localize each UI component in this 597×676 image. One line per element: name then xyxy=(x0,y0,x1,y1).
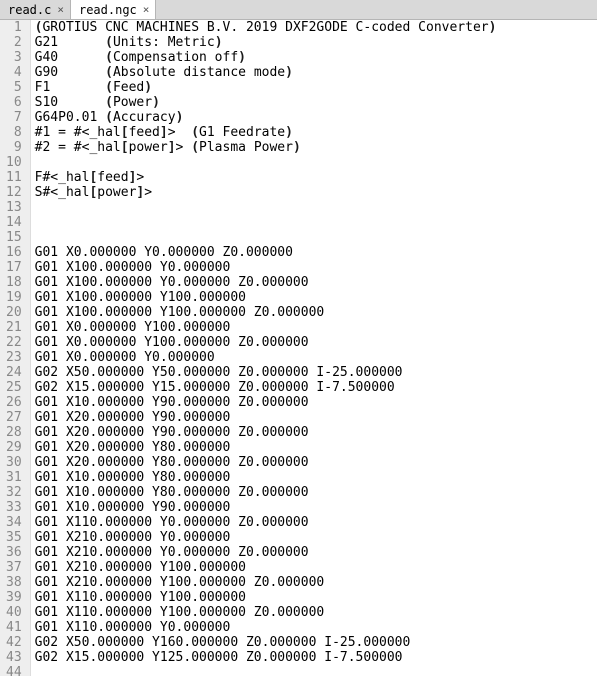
code-line: #2 = #<_hal[power]> (Plasma Power) xyxy=(35,140,593,155)
code-line: S#<_hal[power]> xyxy=(35,185,593,200)
tab-bar: read.c × read.ngc × xyxy=(0,0,597,20)
code-line: G01 X210.000000 Y100.000000 Z0.000000 xyxy=(35,575,593,590)
code-line xyxy=(35,155,593,170)
code-line: G01 X210.000000 Y100.000000 xyxy=(35,560,593,575)
code-line: S10 (Power) xyxy=(35,95,593,110)
code-line: G01 X210.000000 Y0.000000 Z0.000000 xyxy=(35,545,593,560)
code-line: G01 X100.000000 Y100.000000 xyxy=(35,290,593,305)
code-line: F#<_hal[feed]> xyxy=(35,170,593,185)
code-line: G01 X210.000000 Y0.000000 xyxy=(35,530,593,545)
code-line: G01 X20.000000 Y80.000000 xyxy=(35,440,593,455)
code-line: G01 X0.000000 Y100.000000 Z0.000000 xyxy=(35,335,593,350)
code-line: G01 X0.000000 Y0.000000 xyxy=(35,350,593,365)
code-line: G01 X0.000000 Y100.000000 xyxy=(35,320,593,335)
line-number-gutter: 1 2 3 4 5 6 7 8 9 10 11 12 13 14 15 16 1… xyxy=(0,20,31,676)
code-line: G64P0.01 (Accuracy) xyxy=(35,110,593,125)
code-line: G40 (Compensation off) xyxy=(35,50,593,65)
code-line: G01 X0.000000 Y0.000000 Z0.000000 xyxy=(35,245,593,260)
code-line: G01 X20.000000 Y90.000000 xyxy=(35,410,593,425)
code-line: #1 = #<_hal[feed]> (G1 Feedrate) xyxy=(35,125,593,140)
close-icon[interactable]: × xyxy=(57,4,64,15)
code-line: G01 X100.000000 Y0.000000 xyxy=(35,260,593,275)
code-line: G21 (Units: Metric) xyxy=(35,35,593,50)
code-line: G01 X110.000000 Y0.000000 Z0.000000 xyxy=(35,515,593,530)
code-line xyxy=(35,230,593,245)
code-line xyxy=(35,200,593,215)
editor: 1 2 3 4 5 6 7 8 9 10 11 12 13 14 15 16 1… xyxy=(0,20,597,676)
tab-label: read.ngc xyxy=(79,3,137,17)
close-icon[interactable]: × xyxy=(143,4,150,15)
code-line: G01 X10.000000 Y80.000000 Z0.000000 xyxy=(35,485,593,500)
code-line: G01 X10.000000 Y90.000000 xyxy=(35,500,593,515)
tab-read-ngc[interactable]: read.ngc × xyxy=(71,0,156,19)
code-line: G01 X110.000000 Y100.000000 Z0.000000 xyxy=(35,605,593,620)
code-line: G01 X100.000000 Y0.000000 Z0.000000 xyxy=(35,275,593,290)
tab-label: read.c xyxy=(8,3,51,17)
code-line: G02 X15.000000 Y125.000000 Z0.000000 I-7… xyxy=(35,650,593,665)
code-line: G01 X10.000000 Y90.000000 Z0.000000 xyxy=(35,395,593,410)
tab-read-c[interactable]: read.c × xyxy=(0,0,71,19)
code-line: G01 X100.000000 Y100.000000 Z0.000000 xyxy=(35,305,593,320)
code-line: G01 X10.000000 Y80.000000 xyxy=(35,470,593,485)
code-line xyxy=(35,215,593,230)
code-line: G01 X110.000000 Y0.000000 xyxy=(35,620,593,635)
code-line: F1 (Feed) xyxy=(35,80,593,95)
code-line: G01 X110.000000 Y100.000000 xyxy=(35,590,593,605)
code-line: G01 X20.000000 Y90.000000 Z0.000000 xyxy=(35,425,593,440)
code-line: G02 X15.000000 Y15.000000 Z0.000000 I-7.… xyxy=(35,380,593,395)
code-line: G02 X50.000000 Y50.000000 Z0.000000 I-25… xyxy=(35,365,593,380)
code-line: G01 X20.000000 Y80.000000 Z0.000000 xyxy=(35,455,593,470)
code-line: (GROTIUS CNC MACHINES B.V. 2019 DXF2GODE… xyxy=(35,20,593,35)
code-line: G02 X50.000000 Y160.000000 Z0.000000 I-2… xyxy=(35,635,593,650)
code-area[interactable]: (GROTIUS CNC MACHINES B.V. 2019 DXF2GODE… xyxy=(31,20,597,676)
code-line: G90 (Absolute distance mode) xyxy=(35,65,593,80)
